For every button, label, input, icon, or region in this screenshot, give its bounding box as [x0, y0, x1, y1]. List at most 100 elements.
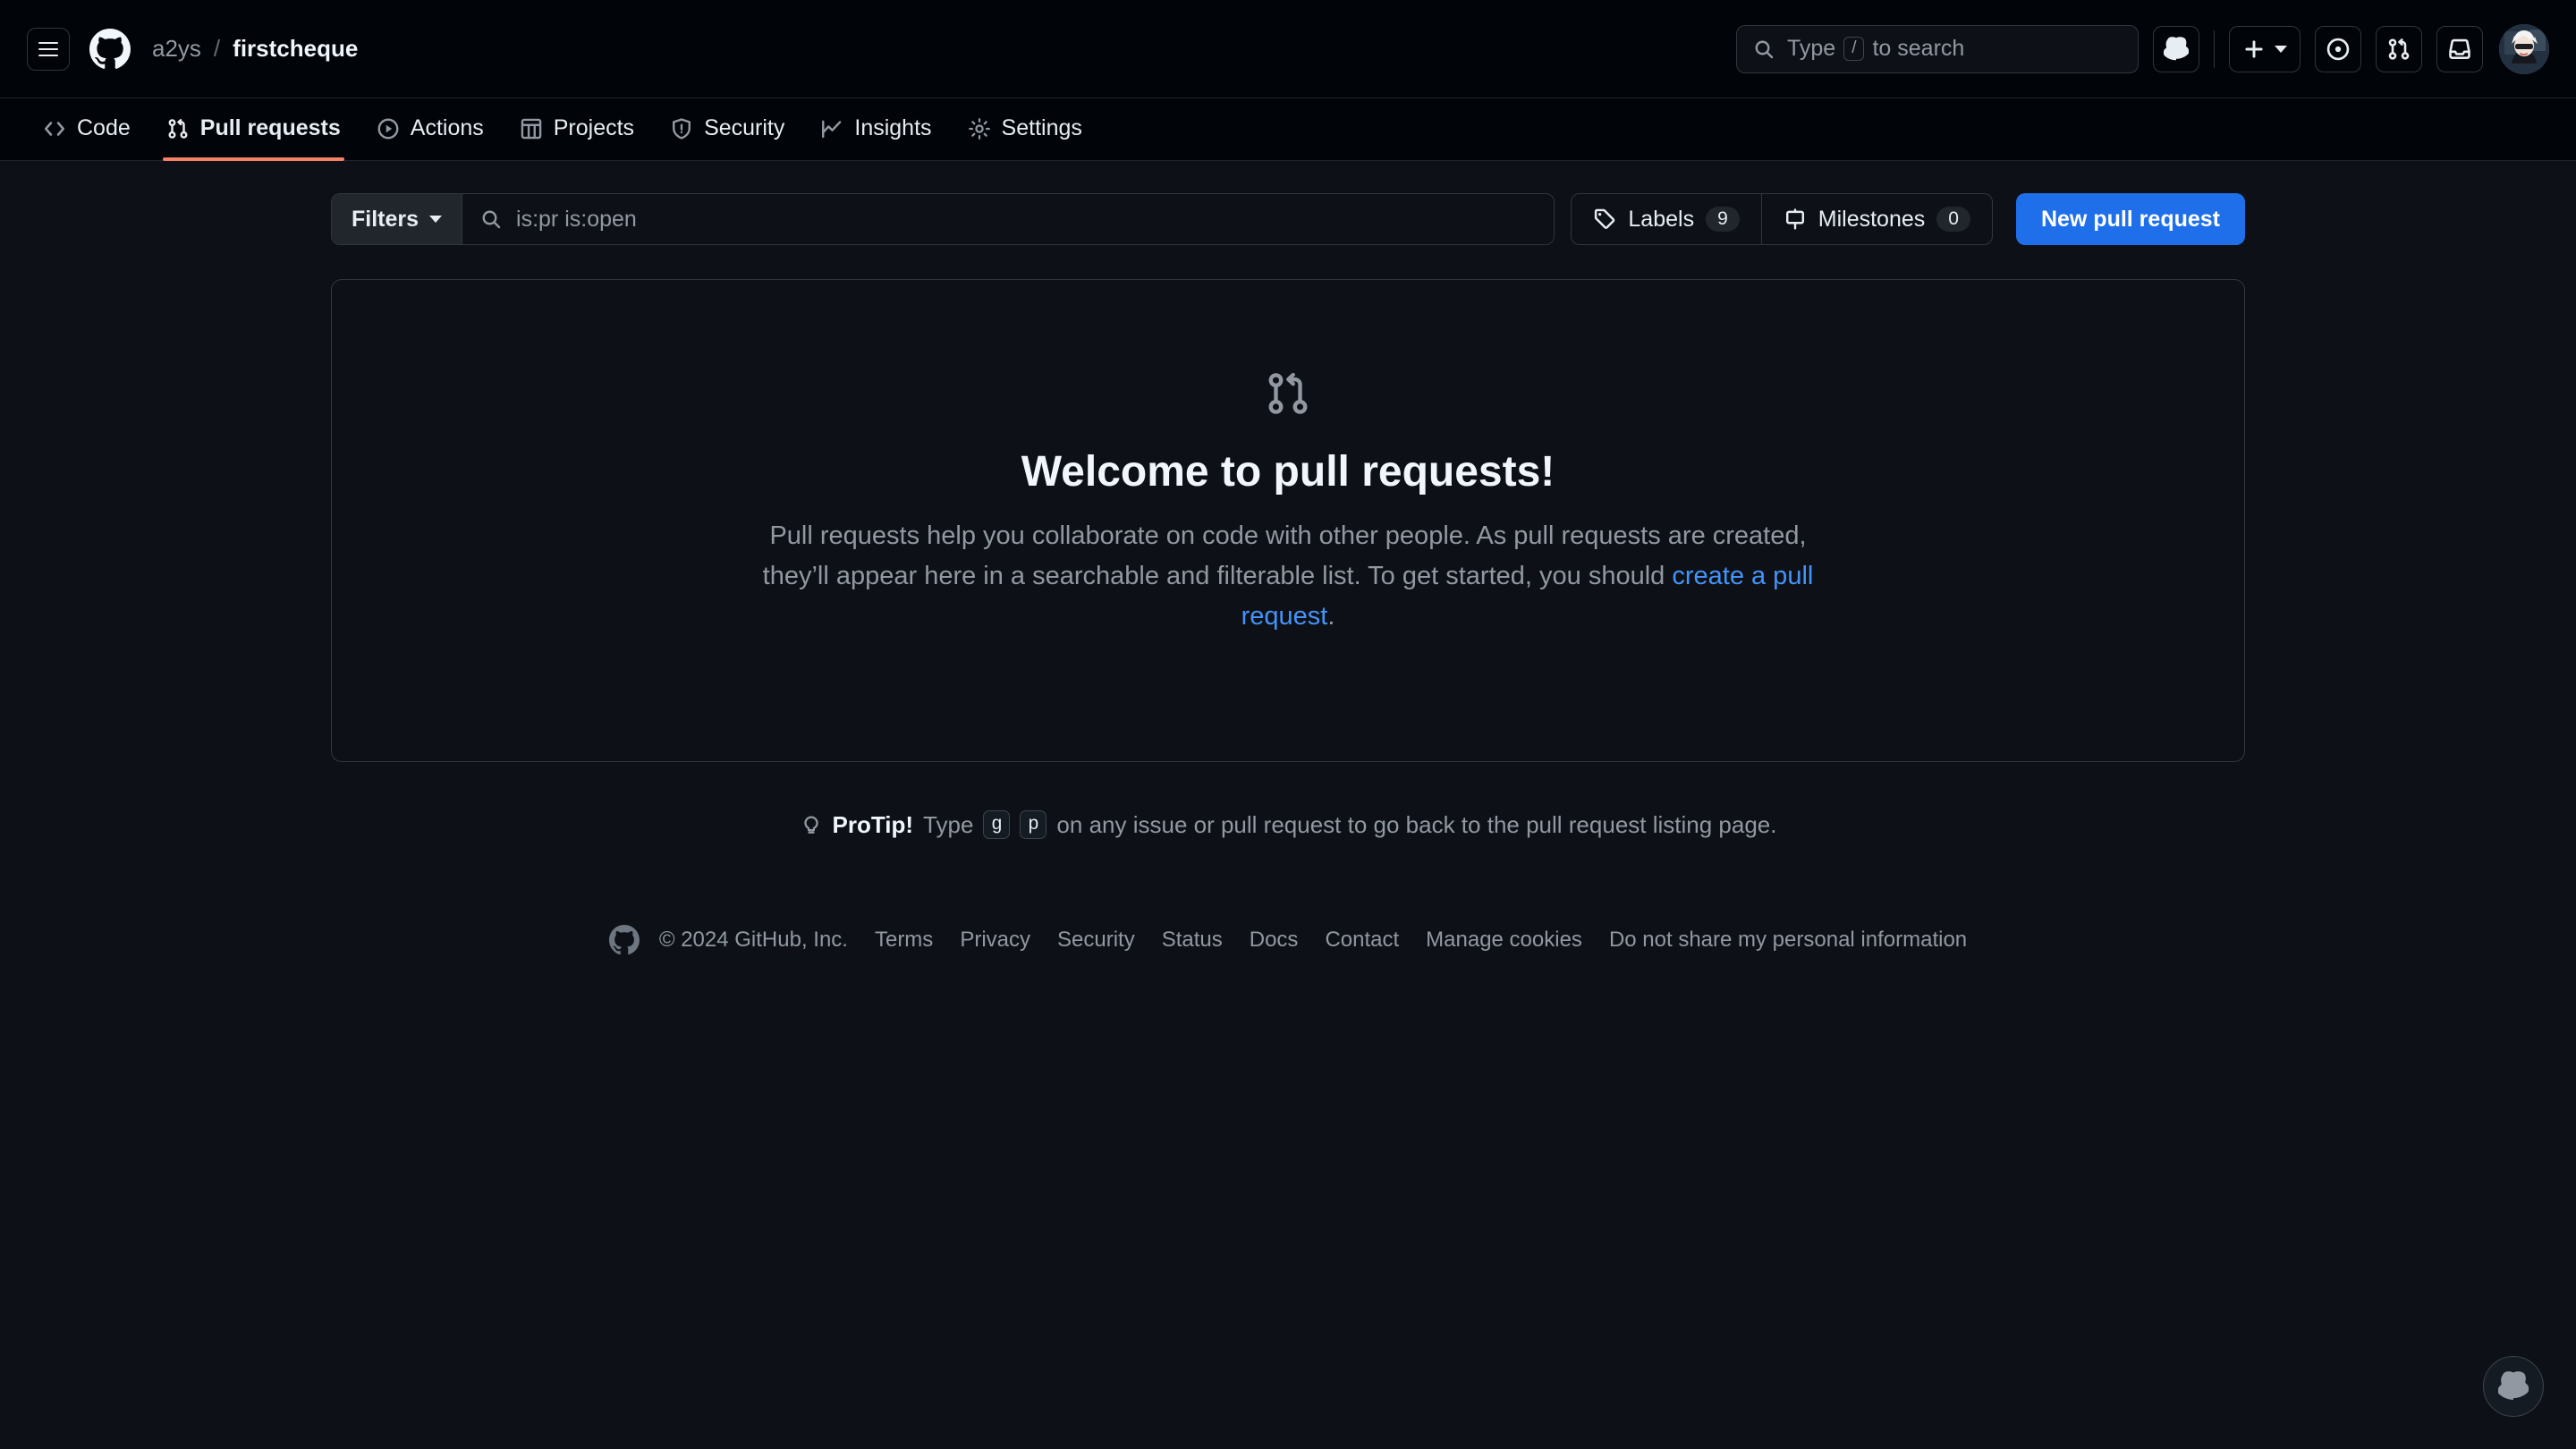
issue-opened-icon [2326, 38, 2350, 60]
protip: ProTip! Type g p on any issue or pull re… [331, 810, 2245, 839]
main-content: Filters is:pr is:open Labels 9 Milestone… [0, 161, 2576, 955]
empty-state-description-part1: Pull requests help you collaborate on co… [762, 521, 1807, 590]
issue-search-input[interactable]: is:pr is:open [462, 194, 1554, 244]
tab-label: Security [704, 115, 785, 140]
milestones-button[interactable]: Milestones 0 [1760, 194, 1992, 244]
tab-label: Code [77, 115, 131, 140]
git-pull-request-icon [168, 118, 188, 139]
github-logo[interactable] [89, 28, 131, 70]
empty-state-icon-wrap [1264, 369, 1312, 422]
filters-label: Filters [352, 206, 419, 232]
tab-code[interactable]: Code [27, 98, 147, 160]
avatar[interactable] [2499, 23, 2549, 74]
footer-link-terms[interactable]: Terms [875, 928, 933, 953]
tab-settings[interactable]: Settings [952, 98, 1098, 160]
search-placeholder-suffix: to search [1872, 36, 1965, 61]
empty-state-title: Welcome to pull requests! [1021, 448, 1555, 496]
footer-link-privacy[interactable]: Privacy [960, 928, 1030, 953]
milestones-label: Milestones [1818, 206, 1926, 232]
tab-label: Projects [553, 115, 635, 140]
breadcrumb-repo[interactable]: firstcheque [233, 35, 358, 63]
chevron-down-icon [429, 216, 443, 223]
github-mark-icon [608, 925, 640, 955]
tab-label: Pull requests [199, 115, 341, 140]
search-icon [482, 210, 501, 229]
new-pull-request-label: New pull request [2040, 206, 2220, 232]
git-pull-request-icon [1268, 372, 1308, 414]
breadcrumb-separator: / [213, 35, 221, 62]
repository-nav-tabs: Code Pull requests Actions Projects Secu… [0, 98, 2576, 161]
header-actions: Type / to search [1736, 23, 2549, 74]
footer-link-manage-cookies[interactable]: Manage cookies [1426, 928, 1582, 953]
footer-github-logo[interactable] [608, 925, 640, 955]
chevron-down-icon [2275, 45, 2287, 53]
protip-key-p: p [1020, 810, 1047, 839]
milestones-count: 0 [1936, 207, 1970, 232]
filter-search-group: Filters is:pr is:open [331, 193, 1555, 245]
code-icon [44, 121, 65, 136]
global-search-input[interactable]: Type / to search [1736, 24, 2139, 73]
labels-button[interactable]: Labels 9 [1572, 194, 1760, 244]
milestone-icon [1785, 208, 1804, 230]
create-new-button[interactable] [2229, 25, 2301, 72]
notifications-inbox-button[interactable] [2436, 25, 2483, 72]
protip-label: ProTip! [832, 810, 914, 838]
play-icon [377, 118, 399, 139]
breadcrumb: a2ys / firstcheque [152, 35, 358, 63]
labels-label: Labels [1628, 206, 1695, 232]
table-icon [521, 118, 542, 139]
labels-milestones-group: Labels 9 Milestones 0 [1571, 193, 1993, 245]
copilot-button[interactable] [2153, 25, 2199, 72]
breadcrumb-owner[interactable]: a2ys [152, 35, 201, 63]
copilot-floating-button[interactable] [2483, 1356, 2544, 1417]
header-divider [2214, 30, 2215, 68]
tab-security[interactable]: Security [654, 98, 801, 160]
footer-link-do-not-share[interactable]: Do not share my personal information [1609, 928, 1967, 953]
footer-link-status[interactable]: Status [1162, 928, 1223, 953]
labels-count: 9 [1706, 207, 1740, 232]
protip-text-after: on any issue or pull request to go back … [1056, 810, 1777, 838]
inbox-icon [2449, 38, 2470, 59]
tab-label: Actions [410, 115, 484, 140]
footer-link-contact[interactable]: Contact [1325, 928, 1399, 953]
tab-pull-requests[interactable]: Pull requests [150, 98, 357, 161]
empty-state-description: Pull requests help you collaborate on co… [747, 516, 1829, 637]
issue-search-value: is:pr is:open [516, 206, 637, 232]
your-issues-button[interactable] [2315, 25, 2361, 72]
tab-label: Insights [854, 115, 932, 140]
global-header: a2ys / firstcheque Type / to search [0, 0, 2576, 98]
empty-state-panel: Welcome to pull requests! Pull requests … [331, 279, 2245, 762]
empty-state-description-part2: . [1327, 601, 1335, 631]
tab-insights[interactable]: Insights [804, 98, 947, 160]
plus-icon [2245, 39, 2263, 58]
hamburger-line [38, 41, 58, 44]
search-icon [1755, 40, 1774, 58]
shield-icon [673, 117, 691, 140]
hamburger-line [38, 47, 58, 50]
footer: © 2024 GitHub, Inc. Terms Privacy Securi… [331, 925, 2245, 955]
new-pull-request-button[interactable]: New pull request [2015, 193, 2245, 245]
lightbulb-icon [803, 816, 818, 834]
your-pull-requests-button[interactable] [2376, 25, 2422, 72]
copilot-icon [2498, 1371, 2529, 1400]
filters-dropdown-button[interactable]: Filters [332, 194, 463, 244]
tab-projects[interactable]: Projects [504, 98, 650, 160]
gear-icon [968, 117, 990, 140]
search-placeholder: Type / to search [1787, 36, 1964, 62]
tab-actions[interactable]: Actions [360, 98, 500, 160]
hamburger-line [38, 54, 58, 56]
filter-toolbar: Filters is:pr is:open Labels 9 Milestone… [331, 193, 2245, 245]
git-pull-request-icon [2388, 38, 2410, 60]
search-placeholder-prefix: Type [1787, 36, 1836, 61]
tag-icon [1595, 208, 1615, 229]
footer-link-security[interactable]: Security [1057, 928, 1135, 953]
avatar-image [2499, 23, 2549, 74]
footer-link-docs[interactable]: Docs [1250, 928, 1299, 953]
protip-text-before: Type [923, 810, 974, 838]
copilot-icon [2164, 36, 2189, 60]
hamburger-menu-button[interactable] [27, 27, 70, 71]
filter-toolbar-actions: Labels 9 Milestones 0 New pull request [1571, 193, 2245, 245]
graph-icon [822, 120, 842, 138]
tab-label: Settings [1001, 115, 1082, 140]
protip-key-g: g [983, 810, 1011, 839]
